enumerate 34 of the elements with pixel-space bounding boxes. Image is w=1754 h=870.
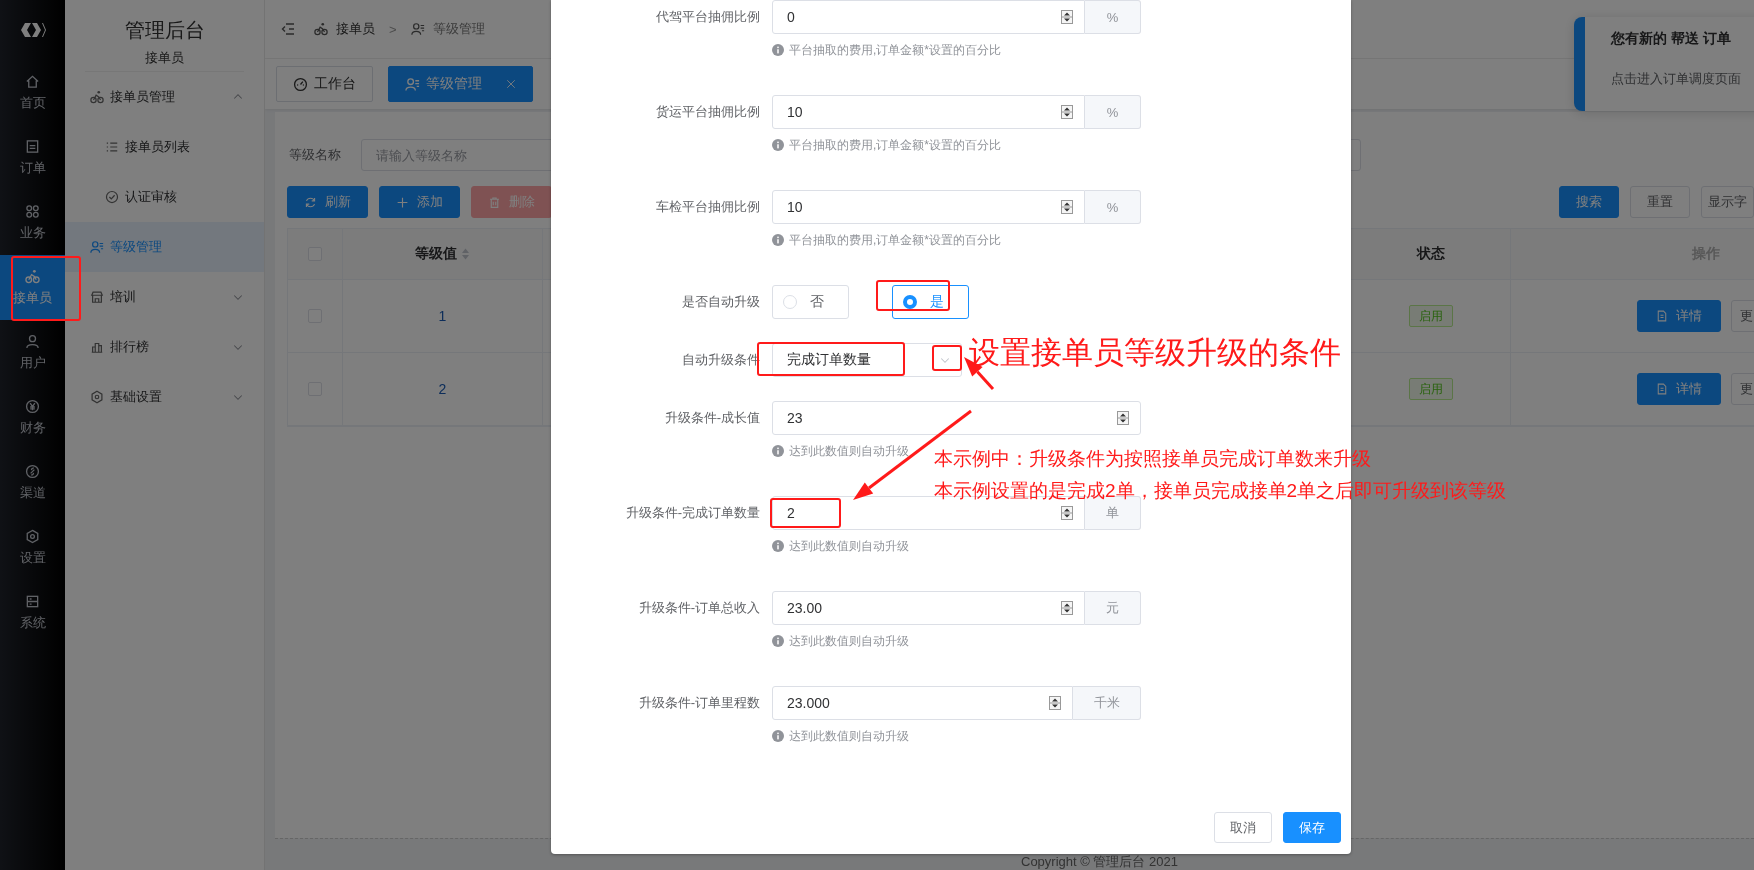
form-label: 货运平台抽佣比例 [655,103,760,121]
table-cell: 2 [438,381,447,397]
hint-text: 达到此数值则自动升级 [789,632,909,650]
unit-label: % [1085,190,1141,224]
column-header: 等级值 [415,245,457,263]
unit-label: 千米 [1073,686,1141,720]
form-label: 升级条件-订单总收入 [637,599,760,617]
hint-text: 达到此数值则自动升级 [789,727,909,745]
notification-title: 您有新的 帮送 订单 [1611,30,1732,48]
sidebar-title: 管理后台 [123,18,206,43]
sidebar-subtitle: 接单员 [85,45,244,72]
hint-text: 平台抽取的费用,订单金额*设置的百分比 [789,136,1001,154]
form-label: 升级条件-成长值 [663,409,760,427]
breadcrumb-separator: > [389,21,397,37]
unit-label: % [1085,95,1141,129]
notification-text: 点击进入订单调度页面 [1611,70,1742,88]
form-label: 车检平台抽佣比例 [655,198,760,216]
footer-copyright: Copyright © 管理后台 2021 [1021,854,1178,870]
search-label: 等级名称 [288,146,342,164]
unit-label: % [1085,0,1141,34]
status-tag: 启用 [1408,378,1453,400]
form-label: 代驾平台抽佣比例 [655,8,760,26]
table-cell: 1 [438,308,447,324]
form-label: 是否自动升级 [681,293,760,311]
hint-text: 达到此数值则自动升级 [789,442,909,460]
annotation-title: 设置接单员等级升级的条件 [969,334,1341,372]
unit-label: 元 [1085,591,1141,625]
form-label: 升级条件-订单里程数 [637,694,760,712]
form-label: 升级条件-完成订单数量 [624,504,760,522]
hint-text: 平台抽取的费用,订单金额*设置的百分比 [789,41,1001,59]
hint-text: 达到此数值则自动升级 [789,537,909,555]
column-header: 状态 [1416,245,1445,263]
status-tag: 启用 [1408,305,1453,327]
hint-text: 平台抽取的费用,订单金额*设置的百分比 [789,231,1001,249]
